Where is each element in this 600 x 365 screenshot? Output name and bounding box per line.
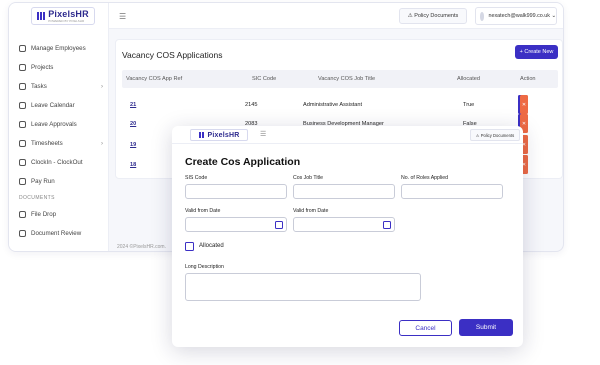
- clock-icon: [19, 159, 26, 166]
- policy-documents-label: Policy Documents: [414, 13, 459, 19]
- sidebar-item-projects[interactable]: Projects: [9, 58, 109, 77]
- policy-documents-button[interactable]: ⚠ Policy Documents: [399, 8, 467, 24]
- ref-link[interactable]: 20: [130, 114, 136, 133]
- submit-button[interactable]: Submit: [459, 319, 513, 336]
- cancel-button[interactable]: Cancel: [399, 320, 452, 336]
- column-header: Allocated: [457, 76, 481, 82]
- logo-tagline: POWERED BY PIXELSHR: [48, 19, 85, 23]
- sidebar-item-label: ClockIn - ClockOut: [31, 159, 83, 166]
- logo-text: PixelsHR: [207, 131, 240, 139]
- column-header: Vacancy COS Job Title: [318, 76, 376, 82]
- hamburger-menu-icon[interactable]: ☰: [119, 12, 126, 21]
- sidebar-item-leave-calendar[interactable]: Leave Calendar: [9, 96, 109, 115]
- long-description-textarea[interactable]: [185, 273, 421, 301]
- chevron-down-icon: ⌄: [549, 13, 556, 19]
- logo-text: PixelsHR: [48, 9, 89, 19]
- document-icon: [19, 230, 26, 237]
- timesheets-icon: [19, 140, 26, 147]
- policy-documents-button[interactable]: ⚠ Policy Documents: [470, 129, 520, 141]
- table-row: 21 2145 Administrative Assistant True ✎✕: [122, 95, 558, 114]
- logo-grid-icon: [198, 132, 205, 138]
- sidebar-item-file-drop[interactable]: File Drop: [9, 205, 109, 224]
- chevron-right-icon: ›: [101, 83, 103, 90]
- footer-copyright: 2024 ©PixelsHR.com.: [117, 244, 166, 250]
- delete-icon[interactable]: ✕: [520, 95, 528, 114]
- modal-title: Create Cos Application: [185, 156, 301, 168]
- page-title: Vacancy COS Applications: [122, 50, 223, 60]
- sidebar-item-pay-run[interactable]: Pay Run: [9, 172, 109, 191]
- users-icon: [19, 45, 26, 52]
- logo[interactable]: PixelsHR POWERED BY PIXELSHR: [31, 7, 95, 25]
- sidebar-item-label: Manage Employees: [31, 45, 86, 52]
- hamburger-menu-icon[interactable]: ☰: [260, 130, 266, 138]
- column-header: Action: [520, 76, 536, 82]
- sidebar: PixelsHR POWERED BY PIXELSHR Manage Empl…: [9, 3, 109, 251]
- sidebar-item-label: Leave Approvals: [31, 121, 77, 128]
- projects-icon: [19, 64, 26, 71]
- tasks-icon: [19, 83, 26, 90]
- sidebar-item-tasks[interactable]: Tasks ›: [9, 77, 109, 96]
- sidebar-item-label: Pay Run: [31, 178, 55, 185]
- sidebar-item-manage-employees[interactable]: Manage Employees: [9, 39, 109, 58]
- calendar-icon: [19, 102, 26, 109]
- sidebar-section-documents: DOCUMENTS: [19, 195, 55, 201]
- sidebar-item-leave-approvals[interactable]: Leave Approvals: [9, 115, 109, 134]
- folder-icon: [19, 211, 26, 218]
- create-new-button[interactable]: + Create New: [515, 45, 558, 59]
- sidebar-item-clockin[interactable]: ClockIn - ClockOut: [9, 153, 109, 172]
- calendar-icon[interactable]: [383, 221, 391, 229]
- modal-top-bar: PixelsHR ☰ ⚠ Policy Documents: [172, 126, 523, 144]
- sidebar-item-label: Document Review: [31, 230, 82, 237]
- sic-code: 2145: [245, 101, 258, 108]
- valid-from-date-input[interactable]: [185, 217, 287, 232]
- sidebar-item-timesheets[interactable]: Timesheets ›: [9, 134, 109, 153]
- create-cos-modal: PixelsHR ☰ ⚠ Policy Documents Create Cos…: [172, 126, 523, 347]
- ref-link[interactable]: 18: [130, 155, 136, 174]
- sis-code-label: SIS Code: [185, 175, 208, 181]
- logo-grid-icon: [37, 12, 46, 20]
- roles-applied-input[interactable]: [401, 184, 503, 199]
- roles-applied-label: No. of Roles Applied: [401, 175, 449, 181]
- table-header: Vacancy COS App Ref SIC Code Vacancy COS…: [122, 70, 558, 88]
- allocated-value: True: [463, 101, 475, 108]
- cos-job-title-label: Cos Job Title: [293, 175, 323, 181]
- policy-documents-label: Policy Documents: [480, 132, 515, 138]
- ref-link[interactable]: 19: [130, 135, 136, 154]
- calendar-icon[interactable]: [275, 221, 283, 229]
- sidebar-item-label: Timesheets: [31, 140, 63, 147]
- avatar: [480, 11, 485, 21]
- column-header: SIC Code: [252, 76, 277, 82]
- sidebar-item-document-review[interactable]: Document Review: [9, 224, 109, 243]
- column-header: Vacancy COS App Ref: [126, 76, 183, 82]
- payrun-icon: [19, 178, 26, 185]
- user-email: nexatech@walk999.co.uk: [488, 13, 550, 19]
- chevron-right-icon: ›: [101, 140, 103, 147]
- sis-code-input[interactable]: [185, 184, 287, 199]
- ref-link[interactable]: 21: [130, 95, 136, 114]
- allocated-checkbox[interactable]: [185, 242, 194, 251]
- sidebar-nav: Manage Employees Projects Tasks › Leave C…: [9, 39, 109, 243]
- sidebar-item-label: Projects: [31, 64, 54, 71]
- user-menu[interactable]: nexatech@walk999.co.uk ⌄: [475, 7, 557, 25]
- logo: PixelsHR: [190, 129, 248, 141]
- approvals-icon: [19, 121, 26, 128]
- job-title: Administrative Assistant: [303, 101, 363, 108]
- sidebar-item-label: Leave Calendar: [31, 102, 75, 109]
- sidebar-item-label: Tasks: [31, 83, 47, 90]
- valid-to-date-input[interactable]: [293, 217, 395, 232]
- long-description-label: Long Description: [185, 264, 224, 270]
- allocated-label: Allocated: [199, 243, 224, 249]
- top-bar: ☰ ⚠ Policy Documents nexatech@walk999.co…: [109, 3, 563, 29]
- sidebar-item-label: File Drop: [31, 211, 57, 218]
- valid-to-label: Valid from Date: [293, 208, 329, 214]
- valid-from-label: Valid from Date: [185, 208, 221, 214]
- cos-job-title-input[interactable]: [293, 184, 395, 199]
